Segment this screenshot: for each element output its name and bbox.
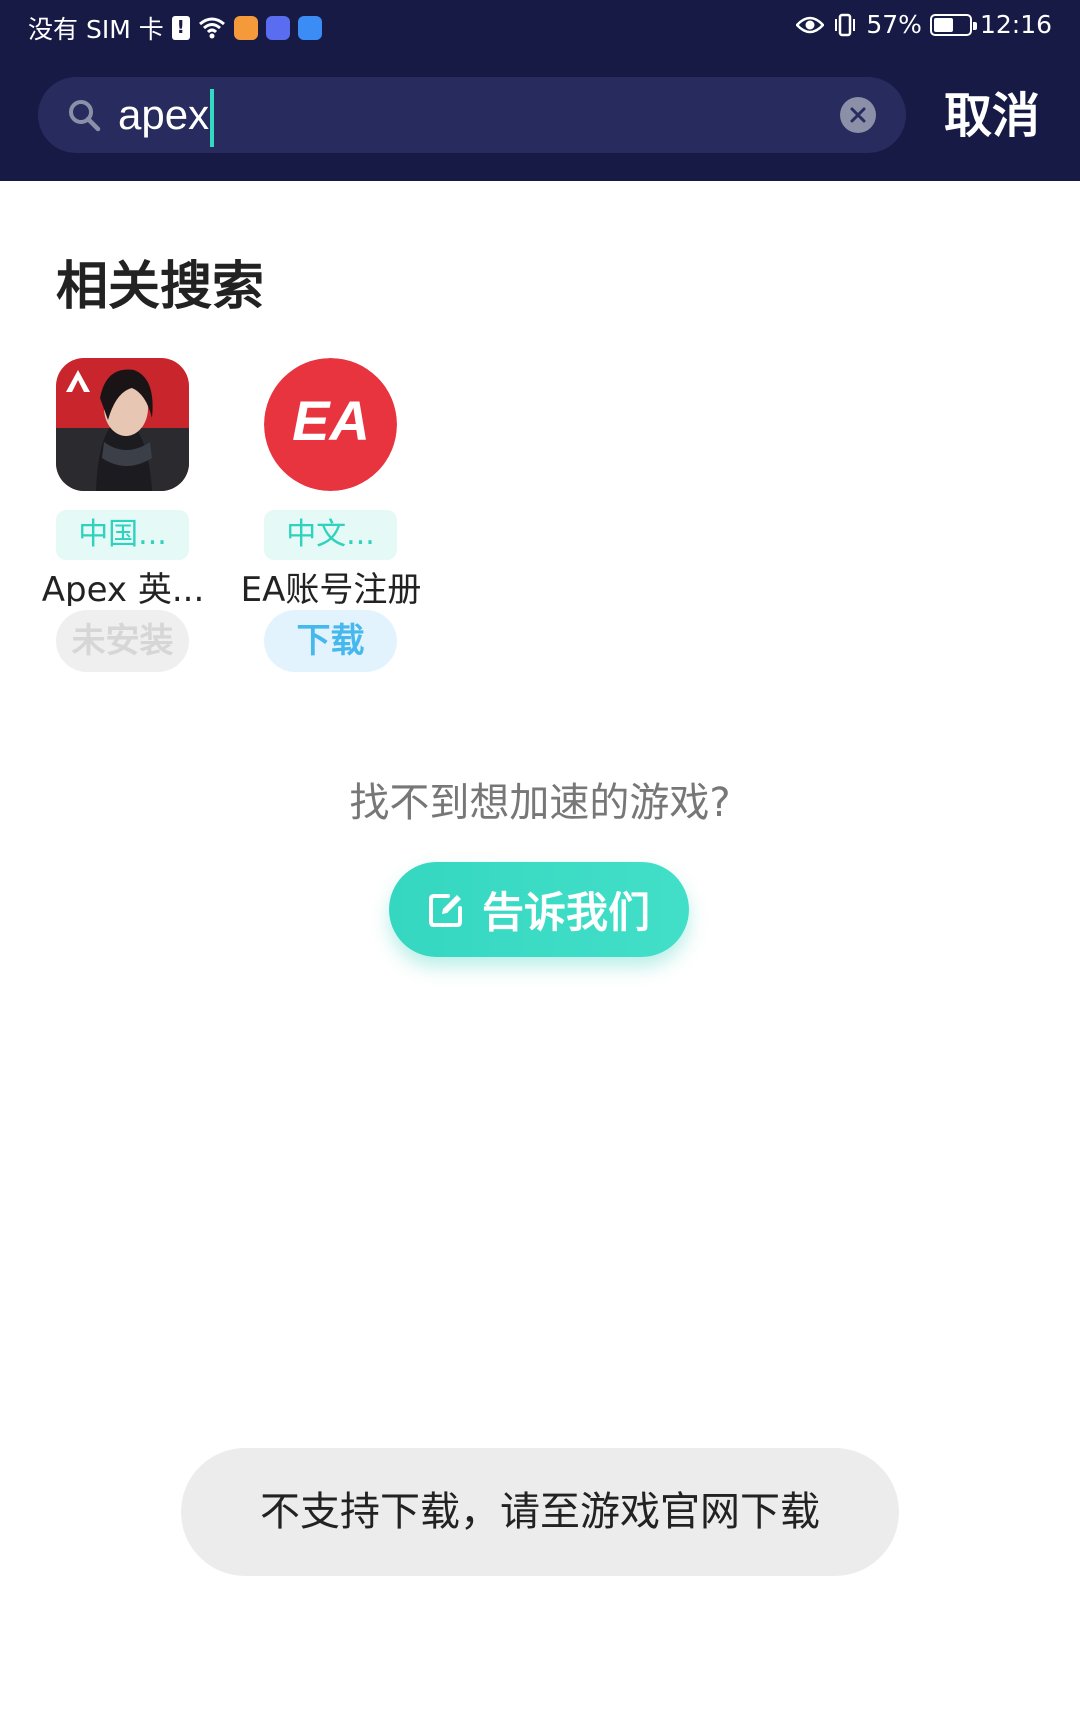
education-app-icon [265, 16, 290, 40]
app-name: Apex 英... [41, 570, 205, 606]
app-card-ea[interactable]: EA 中文... EA账号注册 下载 [226, 358, 436, 678]
toast-message: 不支持下载，请至游戏官网下载 [181, 1448, 899, 1576]
ea-logo-text: EA [292, 389, 370, 452]
battery-percent: 57% [866, 10, 922, 39]
edit-icon [428, 893, 462, 927]
clock: 12:16 [979, 10, 1052, 39]
sim-alert-icon: ! [171, 16, 190, 40]
cancel-button[interactable]: 取消 [944, 84, 1040, 148]
close-icon [850, 107, 866, 123]
related-search-title: 相关搜索 [56, 257, 265, 317]
status-bar: 没有 SIM 卡 ! 57% 12:16 [0, 0, 1080, 52]
apex-legends-icon[interactable] [56, 358, 189, 491]
battery-icon [929, 13, 977, 36]
download-button[interactable]: 下载 [264, 610, 397, 672]
search-bar[interactable]: apex [38, 77, 906, 153]
app-tag: 中文... [264, 510, 397, 560]
text-cursor [210, 88, 215, 147]
app-tag: 中国... [56, 510, 189, 560]
not-installed-button: 未安装 [56, 610, 189, 672]
wifi-icon [198, 17, 225, 39]
vibrate-icon [835, 13, 856, 36]
cloud-app-icon [297, 16, 322, 40]
tell-us-label: 告诉我们 [481, 888, 650, 937]
search-icon [69, 100, 101, 132]
search-input[interactable]: apex [118, 85, 215, 147]
header: 没有 SIM 卡 ! 57% 12:16 apex 取消 [0, 0, 1080, 181]
battery-fill [933, 17, 954, 32]
app-name: EA账号注册 [240, 570, 422, 606]
cant-find-game-prompt: 找不到想加速的游戏? [349, 780, 731, 826]
search-query: apex [118, 91, 210, 138]
tell-us-button[interactable]: 告诉我们 [389, 862, 689, 957]
carrier-label: 没有 SIM 卡 [28, 15, 164, 44]
ea-logo-icon[interactable]: EA [264, 358, 397, 491]
app-card-apex[interactable]: 中国... Apex 英... 未安装 [18, 358, 228, 678]
video-app-icon [233, 16, 258, 40]
clear-search-button[interactable] [840, 97, 876, 133]
eye-icon [796, 16, 825, 33]
